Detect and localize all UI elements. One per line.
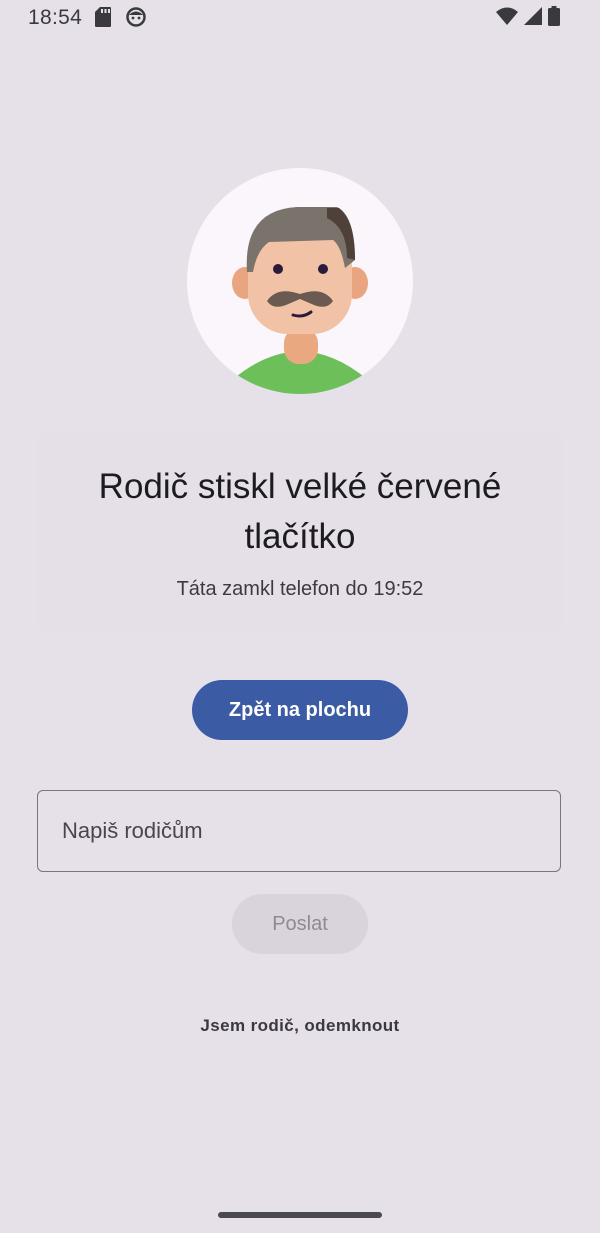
cellular-signal-icon (524, 7, 542, 30)
father-avatar-icon (232, 207, 368, 394)
back-to-home-button[interactable]: Zpět na plochu (192, 680, 408, 740)
lock-title: Rodič stiskl velké červené tlačítko (98, 467, 502, 556)
parent-unlock-link[interactable]: Jsem rodič, odemknout (150, 1016, 450, 1036)
lock-subtitle: Táta zamkl telefon do 19:52 (176, 578, 424, 600)
status-bar: 18:54 (0, 0, 600, 38)
message-input[interactable] (38, 791, 560, 871)
battery-icon (548, 6, 560, 31)
message-field[interactable] (37, 790, 561, 872)
sd-card-icon (95, 7, 111, 32)
send-button[interactable]: Poslat (232, 894, 368, 954)
gesture-nav-handle[interactable] (218, 1212, 382, 1218)
wifi-icon (496, 7, 518, 30)
face-icon (126, 7, 146, 32)
status-time: 18:54 (28, 6, 83, 29)
parent-avatar (187, 168, 413, 394)
